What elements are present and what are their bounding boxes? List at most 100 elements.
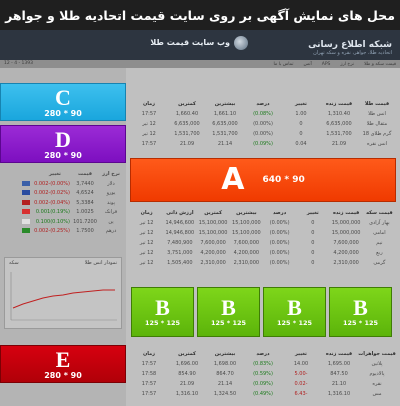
- table-cell: 1,531,700: [212, 131, 238, 137]
- fx-header-cell: [12, 170, 40, 180]
- table-header-cell: زمان: [140, 210, 153, 216]
- flag-icon: [12, 218, 40, 228]
- table-cell[interactable]: انس نقره: [358, 139, 396, 149]
- table-cell: 0: [311, 220, 315, 226]
- table-cell[interactable]: گرم طلای 18: [358, 129, 396, 139]
- ad-letter: B: [287, 295, 302, 320]
- fx-cell[interactable]: یورو: [100, 189, 122, 199]
- table-cell: 7,600,000: [233, 240, 260, 246]
- ad-letter: C: [55, 84, 71, 110]
- globe-icon: [234, 36, 248, 50]
- table-cell[interactable]: امامی: [363, 228, 396, 238]
- flag-icon: [12, 208, 40, 218]
- fx-cell[interactable]: درهم: [100, 227, 122, 237]
- table-cell[interactable]: ربع: [363, 248, 396, 258]
- table-cell: 1,660.40: [175, 111, 199, 117]
- table-cell[interactable]: نقره: [358, 379, 396, 389]
- ad-slot-d[interactable]: D 280 * 90: [0, 125, 126, 163]
- table-cell: 1.00: [295, 111, 307, 117]
- nav-date: 12 - 4 - 1393: [4, 61, 34, 66]
- table-cell: 2,310,000: [233, 260, 260, 266]
- chart-plot: [10, 272, 117, 321]
- table-cell: 1,310.40: [327, 111, 351, 117]
- table-cell: (0.00%): [269, 260, 290, 266]
- coin-price-table: قیمت سکه قیمت زنده تغییر درصد بیشترین کمترین ا…: [130, 208, 396, 268]
- table-cell: 12 تیر: [142, 131, 156, 137]
- fx-cell: 101.7200: [73, 218, 97, 225]
- table-cell: 17:57: [141, 141, 157, 147]
- nav-item[interactable]: آنس: [303, 62, 311, 67]
- table-cell: 4,200,000: [200, 250, 226, 256]
- table-cell: (0.00%): [269, 250, 290, 256]
- nav-item[interactable]: تماس با ما: [274, 62, 294, 67]
- chart-title: نمودار انس طلا: [84, 260, 117, 266]
- fx-cell[interactable]: پوند: [100, 199, 122, 209]
- ad-size: 280 * 90: [44, 150, 82, 160]
- table-cell: 1,661.10: [213, 111, 237, 117]
- fx-cell: (0.10%)0.100: [35, 218, 70, 225]
- table-cell[interactable]: بهار آزادی: [363, 218, 396, 228]
- table-cell: 3,751,000: [167, 250, 193, 256]
- table-cell: 21.09: [331, 141, 347, 147]
- fx-cell: (0.25%)-0.002: [34, 228, 70, 234]
- ad-slot-b-3[interactable]: B 125 * 125: [263, 287, 326, 337]
- ad-letter: B: [155, 295, 170, 320]
- table-cell[interactable]: پالادیوم: [358, 369, 396, 379]
- ad-slot-c[interactable]: C 280 * 90: [0, 83, 126, 121]
- table-cell[interactable]: گرمی: [363, 258, 396, 268]
- fx-cell[interactable]: دلار: [100, 180, 122, 190]
- table-header-cell: قیمت جواهرات: [358, 351, 396, 357]
- table-cell: -6.43: [294, 391, 308, 397]
- table-cell: -0.02: [294, 381, 308, 387]
- table-cell[interactable]: مثقال طلا: [358, 119, 396, 129]
- table-cell: 21.09: [179, 141, 195, 147]
- ad-letter: B: [353, 295, 368, 320]
- table-cell: 17:58: [141, 371, 157, 377]
- ad-slot-b-4[interactable]: B 125 * 125: [329, 287, 392, 337]
- table-cell: 15,100,000: [232, 230, 261, 236]
- table-cell[interactable]: نیم: [363, 238, 396, 248]
- ad-slot-a[interactable]: A 640 * 90: [130, 158, 396, 202]
- table-cell: 1,695.00: [327, 361, 351, 367]
- ad-letter: E: [55, 346, 71, 372]
- table-cell: 6,635,000: [326, 121, 352, 127]
- currency-table: نرخ ارز قیمت تغییر دلار 3,7440 (0.00%)-0.002 ی…: [4, 170, 122, 237]
- ad-size: 280 * 90: [44, 370, 82, 380]
- flag-icon: [12, 189, 40, 199]
- table-cell: (0.49%): [253, 391, 273, 397]
- ad-slot-b-1[interactable]: B 125 * 125: [131, 287, 194, 337]
- nav-menu: قیمت سکه و طلا نرخ ارز APS آنس تماس با م…: [274, 60, 397, 68]
- table-header-cell: قیمت طلا: [364, 101, 390, 107]
- table-cell: (0.00%): [269, 240, 290, 246]
- nav-item[interactable]: نرخ ارز: [340, 62, 354, 67]
- gold-price-table: قیمت طلا قیمت زنده تغییر درصد بیشترین کمترین ز…: [130, 99, 396, 149]
- ad-slot-e[interactable]: E 280 * 90: [0, 345, 126, 383]
- table-cell[interactable]: پلاتین: [358, 359, 396, 369]
- table-cell: 1,316.10: [327, 391, 351, 397]
- table-cell: -5.00: [294, 371, 308, 377]
- ad-slot-b-2[interactable]: B 125 * 125: [197, 287, 260, 337]
- table-cell: 1,531,700: [174, 131, 200, 137]
- nav-item[interactable]: APS: [322, 62, 331, 67]
- table-cell: 854.90: [178, 371, 196, 377]
- table-header-cell: بیشترین: [214, 351, 236, 357]
- table-cell: 6,635,000: [174, 121, 200, 127]
- ad-size: 125 * 125: [144, 319, 181, 327]
- gold-chart: نمودار انس طلا سکه: [4, 257, 122, 329]
- chart-line: [12, 289, 115, 309]
- table-cell[interactable]: مس: [358, 389, 396, 399]
- table-cell[interactable]: انس طلا: [358, 109, 396, 119]
- table-cell: 847.50: [330, 371, 348, 377]
- table-cell: 1,505,400: [167, 260, 193, 266]
- table-cell: 15,000,000: [331, 220, 361, 226]
- table-cell: 0: [311, 240, 315, 246]
- nav-item[interactable]: قیمت سکه و طلا: [364, 62, 396, 67]
- table-cell: 1,531,700: [326, 131, 352, 137]
- table-cell: 21.14: [217, 381, 233, 387]
- table-cell: 1,324.50: [213, 391, 237, 397]
- table-cell: 15,100,000: [232, 220, 261, 226]
- fx-cell[interactable]: ین: [100, 218, 122, 228]
- fx-cell: 1.0025: [76, 209, 94, 215]
- metals-price-table: قیمت جواهرات قیمت زنده تغییر درصد بیشترین کمت…: [130, 349, 396, 399]
- fx-cell[interactable]: فرانک: [100, 208, 122, 218]
